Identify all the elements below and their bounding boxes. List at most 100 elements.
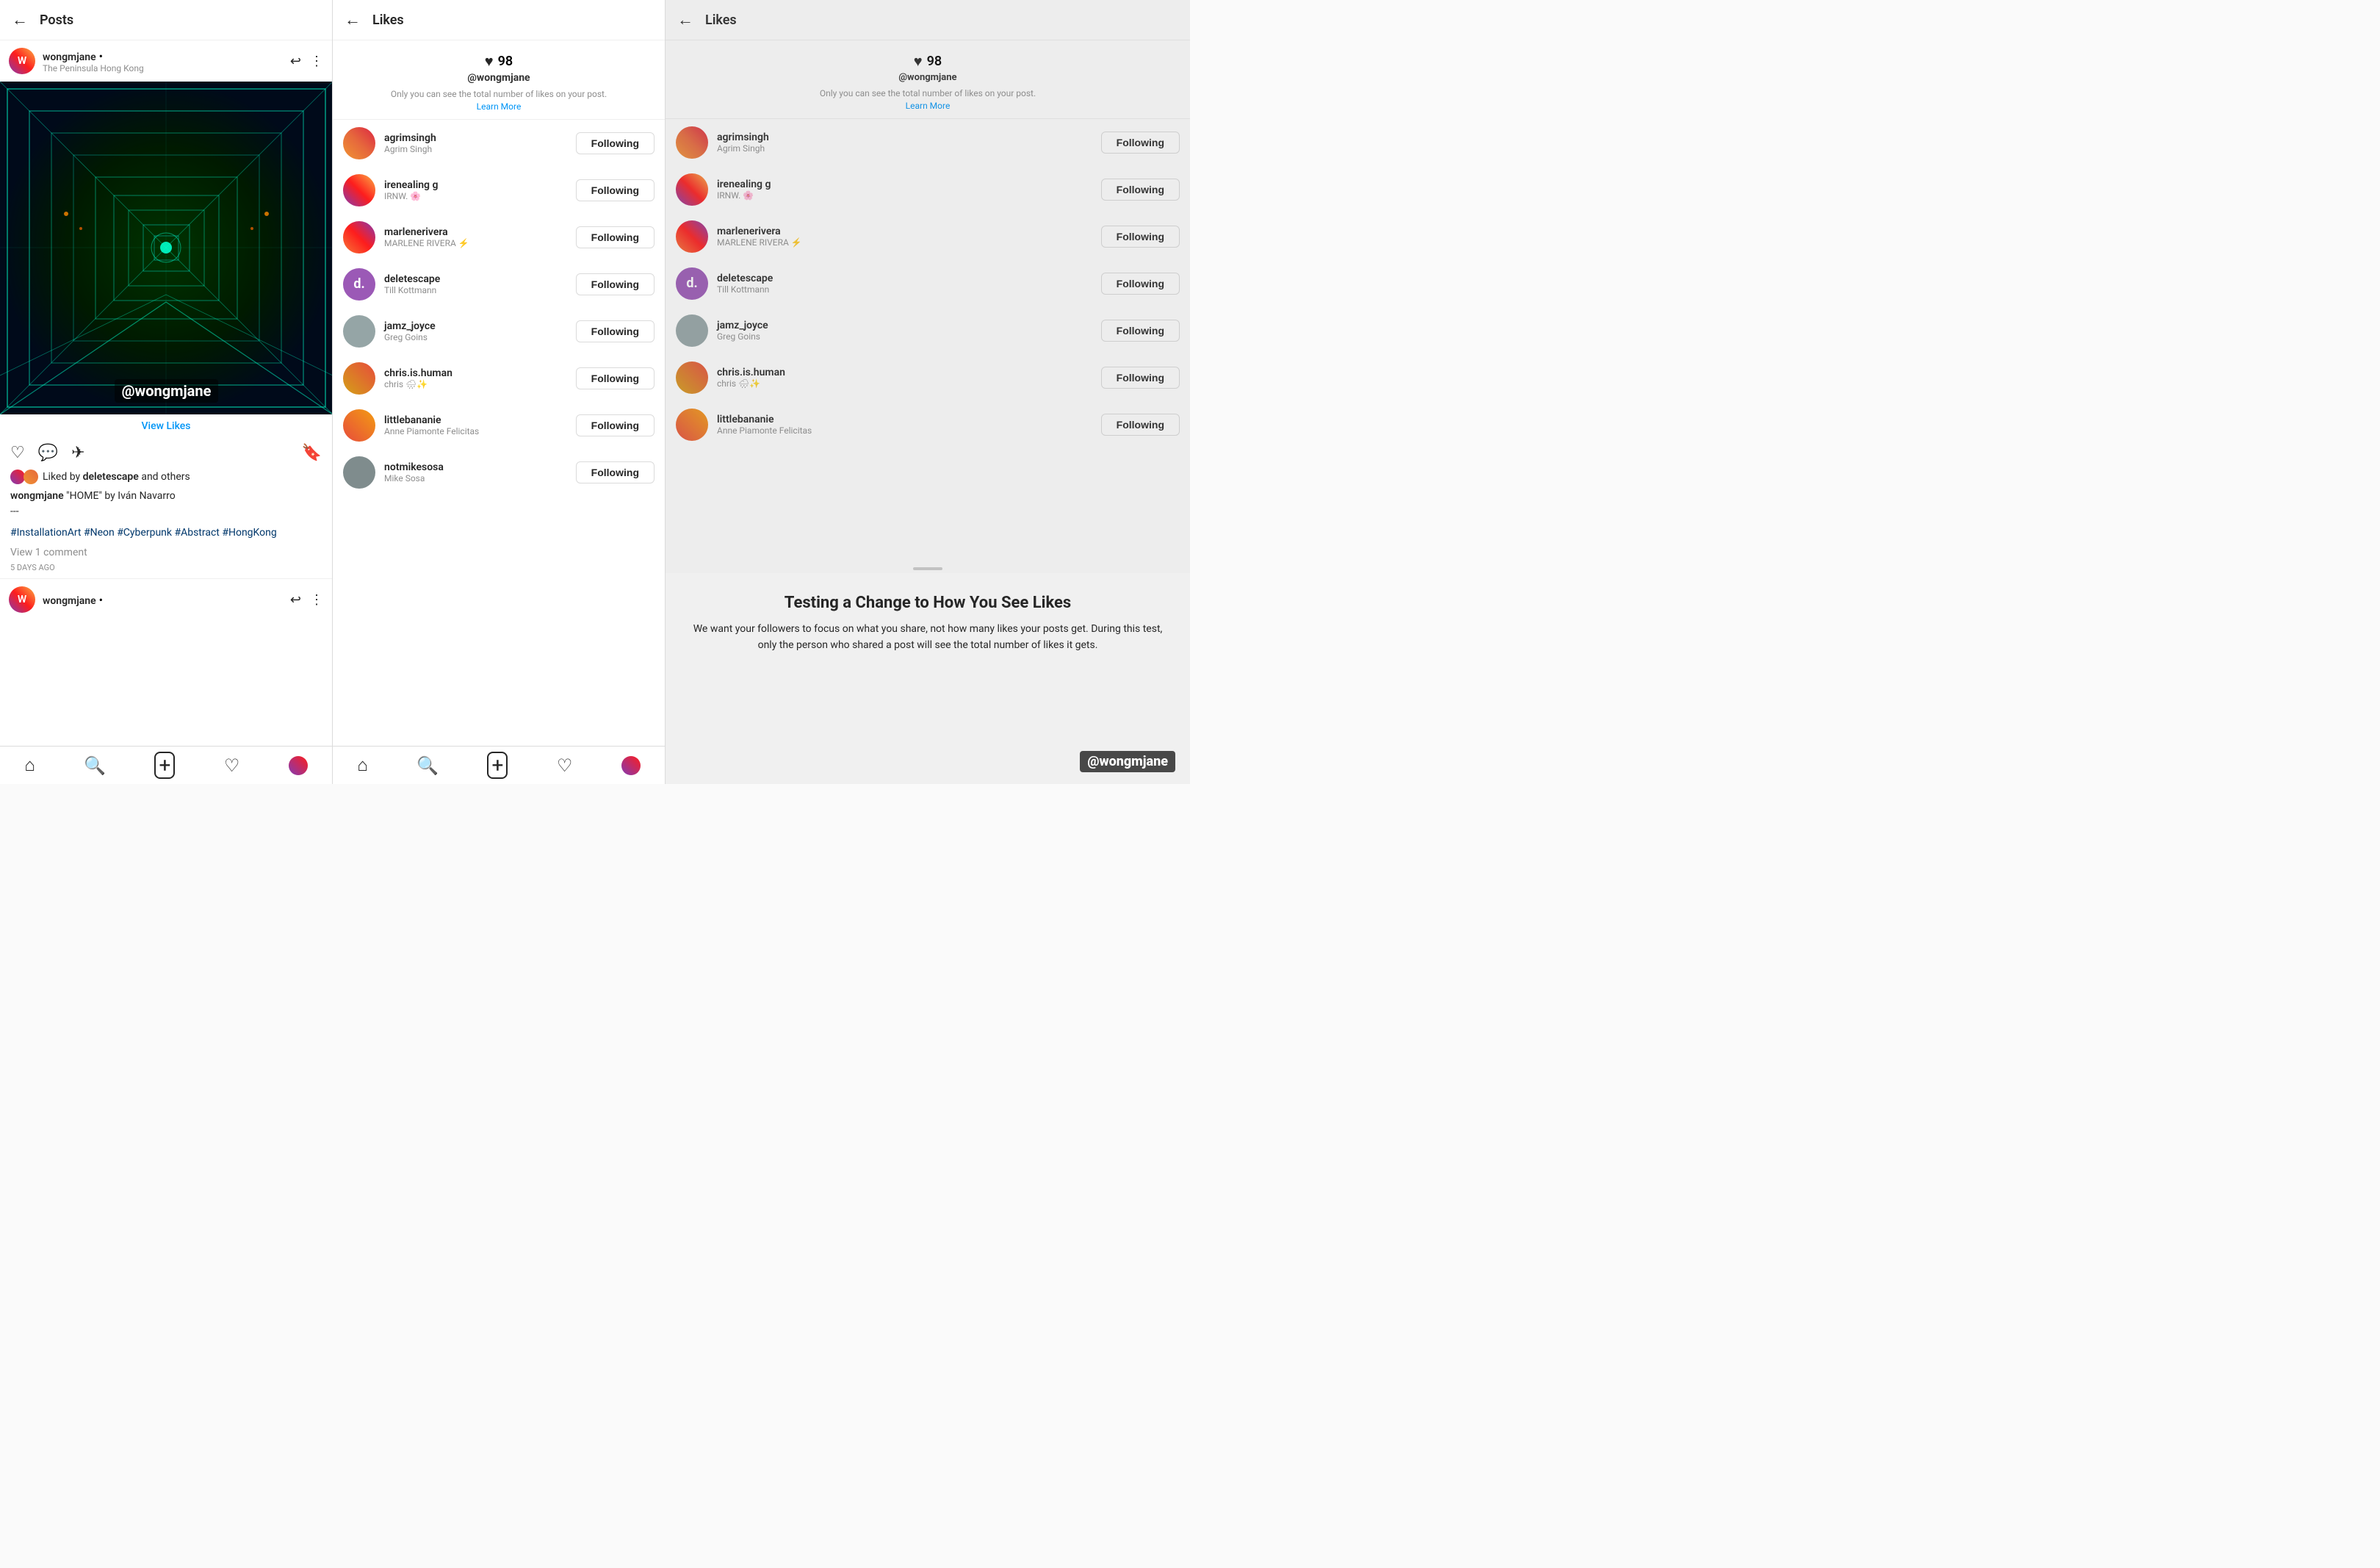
user-item: chris.is.humanchris 🌧✨ Following [666, 354, 1190, 401]
follow-button[interactable]: Following [1101, 367, 1180, 389]
view-likes-link[interactable]: View Likes [0, 414, 332, 438]
post-options: ↩ ⋮ [290, 54, 323, 69]
post2-header-left: W wongmjane • [9, 586, 103, 613]
avatar[interactable] [343, 409, 375, 442]
user-info: jamz_joyceGreg Goins [384, 320, 567, 342]
avatar[interactable]: W [9, 48, 35, 74]
user-handle[interactable]: jamz_joyce [717, 320, 1092, 331]
avatar[interactable] [676, 220, 708, 253]
avatar[interactable] [676, 126, 708, 159]
avatar[interactable] [676, 173, 708, 206]
share-icon[interactable]: ✈ [71, 444, 84, 462]
avatar[interactable] [343, 221, 375, 253]
avatar[interactable] [343, 315, 375, 348]
nav-home2[interactable]: ⌂ [357, 755, 368, 776]
nav-add2[interactable]: + [487, 752, 508, 779]
user-fullname: Agrim Singh [717, 143, 1092, 154]
follow-button[interactable]: Following [1101, 414, 1180, 436]
user-handle[interactable]: irenealing g [384, 179, 567, 191]
avatar[interactable] [343, 174, 375, 206]
user-handle[interactable]: jamz_joyce [384, 320, 567, 332]
post-comments[interactable]: View 1 comment [0, 544, 332, 561]
user-handle[interactable]: deletescape [384, 273, 567, 285]
bookmark-icon[interactable]: 🔖 [302, 444, 322, 462]
more-icon2[interactable]: ⋮ [310, 592, 323, 608]
heart-count-icon-3: ♥ [914, 52, 923, 71]
user-item: agrimsinghAgrim Singh Following [666, 119, 1190, 166]
user-item: irenealing gIRNW. 🌸Following [333, 167, 665, 214]
likes-count-row-3: ♥ 98 [914, 52, 942, 71]
likes-inner: ← Likes ♥ 98 @wongmjane Only you can see… [666, 0, 1190, 573]
reply-icon2[interactable]: ↩ [290, 592, 301, 608]
user-handle[interactable]: agrimsingh [384, 132, 567, 144]
avatar[interactable] [343, 456, 375, 489]
likes-back-icon[interactable]: ← [345, 10, 361, 29]
follow-button[interactable]: Following [1101, 179, 1180, 201]
avatar[interactable] [676, 362, 708, 394]
user-list-3: agrimsinghAgrim Singh Following irenealing… [666, 119, 1190, 564]
follow-button[interactable]: Following [576, 320, 654, 342]
nav-profile[interactable] [289, 756, 308, 775]
user-info: deletescapeTill Kottmann [717, 273, 1092, 295]
reply-icon[interactable]: ↩ [290, 54, 301, 69]
follow-button[interactable]: Following [576, 226, 654, 248]
user-handle[interactable]: littlebananie [717, 414, 1092, 425]
nav-heart2[interactable]: ♡ [557, 755, 573, 776]
nav-search2[interactable]: 🔍 [416, 755, 439, 776]
follow-button[interactable]: Following [576, 273, 654, 295]
post-hashtags: #InstallationArt #Neon #Cyberpunk #Abstr… [0, 522, 332, 544]
user-handle[interactable]: chris.is.human [384, 367, 567, 379]
likes-test-overlay: Testing a Change to How You See Likes We… [666, 573, 1190, 784]
user-handle[interactable]: notmikesosa [384, 461, 567, 473]
user-handle[interactable]: deletescape [717, 273, 1092, 284]
learn-more-link-3[interactable]: Learn More [906, 101, 951, 111]
likes-count-section-3: ♥ 98 @wongmjane Only you can see the tot… [666, 40, 1190, 119]
learn-more-link[interactable]: Learn More [477, 101, 522, 112]
more-icon[interactable]: ⋮ [310, 54, 323, 69]
user-fullname: chris 🌧✨ [717, 378, 1092, 389]
follow-button[interactable]: Following [1101, 320, 1180, 342]
avatar[interactable] [343, 127, 375, 159]
follow-button[interactable]: Following [576, 414, 654, 436]
user-handle[interactable]: agrimsingh [717, 132, 1092, 143]
avatar[interactable]: d. [343, 268, 375, 301]
follow-button[interactable]: Following [1101, 273, 1180, 295]
likes-notice-3: Only you can see the total number of lik… [802, 87, 1053, 112]
user-fullname: Anne Piamonte Felicitas [717, 425, 1092, 436]
user-handle[interactable]: marlenerivera [384, 226, 567, 238]
user-handle[interactable]: chris.is.human [717, 367, 1092, 378]
likes-number-3: 98 [927, 54, 942, 69]
user-fullname: Till Kottmann [384, 285, 567, 295]
post-header: W wongmjane • The Peninsula Hong Kong ↩ … [0, 40, 332, 82]
likes-number: 98 [498, 54, 513, 69]
nav-search[interactable]: 🔍 [84, 755, 106, 776]
comment-icon[interactable]: 💬 [38, 444, 58, 462]
user-item: d. deletescapeTill Kottmann Following [333, 261, 665, 308]
likes-overlay-back-icon[interactable]: ← [677, 10, 693, 29]
avatar[interactable] [676, 409, 708, 441]
user-handle[interactable]: irenealing g [717, 179, 1092, 190]
nav-profile2[interactable] [621, 756, 641, 775]
nav-add[interactable]: + [154, 752, 175, 779]
avatar[interactable] [676, 314, 708, 347]
user-handle[interactable]: marlenerivera [717, 226, 1092, 237]
follow-button[interactable]: Following [576, 461, 654, 483]
avatar[interactable] [343, 362, 375, 395]
avatar2[interactable]: W [9, 586, 35, 613]
user-info: agrimsinghAgrim Singh [384, 132, 567, 154]
like-icon[interactable]: ♡ [10, 444, 25, 462]
follow-button[interactable]: Following [1101, 132, 1180, 154]
avatar[interactable]: d. [676, 267, 708, 300]
follow-button[interactable]: Following [576, 179, 654, 201]
back-icon[interactable]: ← [12, 10, 28, 29]
liked-by-text: Liked by deletescape and others [43, 471, 190, 483]
nav-heart[interactable]: ♡ [224, 755, 240, 776]
user-info: chris.is.humanchris 🌧✨ [717, 367, 1092, 389]
bottom-nav: ⌂ 🔍 + ♡ [0, 746, 332, 784]
follow-button[interactable]: Following [576, 132, 654, 154]
follow-button[interactable]: Following [1101, 226, 1180, 248]
follow-button[interactable]: Following [576, 367, 654, 389]
nav-home[interactable]: ⌂ [24, 755, 35, 776]
user-handle[interactable]: littlebananie [384, 414, 567, 426]
user-item: notmikesosaMike SosaFollowing [333, 449, 665, 496]
